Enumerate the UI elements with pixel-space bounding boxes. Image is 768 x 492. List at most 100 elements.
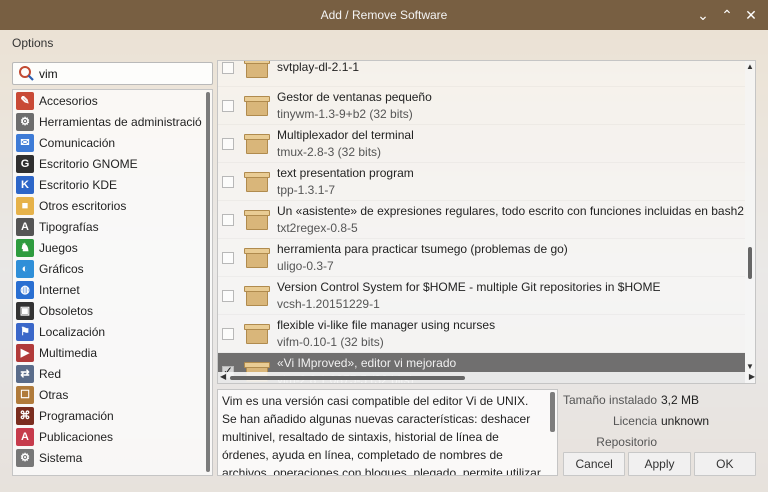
package-text: Un «asistente» de expresiones regulares,…: [277, 203, 744, 237]
sidebar-item-label: Tipografías: [39, 219, 99, 234]
package-title: flexible vi-like file manager using ncur…: [277, 317, 496, 332]
package-text: flexible vi-like file manager using ncur…: [277, 317, 495, 351]
package-title: Multiplexador del terminal: [277, 127, 414, 142]
package-text: svtplay-dl-2.1-1: [277, 60, 360, 76]
package-row[interactable]: flexible vi-like file manager using ncur…: [218, 315, 745, 353]
package-row[interactable]: svtplay-dl-2.1-1: [218, 60, 745, 87]
sidebar-item[interactable]: ☐ Otras: [13, 384, 203, 405]
package-version: txt2regex-0.8-5: [277, 220, 358, 235]
package-checkbox[interactable]: [222, 137, 234, 150]
sidebar-item[interactable]: ▶ Multimedia: [13, 342, 203, 363]
sidebar-item-label: Herramientas de administració: [39, 114, 202, 129]
package-checkbox[interactable]: [222, 61, 234, 74]
search-box[interactable]: [12, 62, 213, 85]
license-value: unknown: [661, 413, 710, 428]
package-title: Gestor de ventanas pequeño: [277, 89, 432, 104]
title-bar: Add / Remove Software ⌄ ⌃ ✕: [0, 0, 768, 30]
close-icon[interactable]: ✕: [744, 6, 758, 24]
package-list-pane: svtplay-dl-2.1-1 Gestor de ventanas peque…: [217, 60, 756, 384]
package-title: «Vi IMproved», editor vi mejorado: [277, 355, 457, 370]
sidebar-item[interactable]: ♞ Juegos: [13, 237, 203, 258]
sidebar-item[interactable]: K Escritorio KDE: [13, 174, 203, 195]
package-box-icon: [243, 208, 271, 232]
ok-button[interactable]: OK: [693, 452, 756, 476]
package-row[interactable]: Un «asistente» de expresiones regulares,…: [218, 201, 745, 239]
programming-icon: ⌘: [16, 406, 34, 425]
sidebar-item[interactable]: ⇄ Red: [13, 363, 203, 384]
package-checkbox[interactable]: [222, 327, 234, 340]
package-scroll-thumb[interactable]: [748, 247, 752, 279]
installed-size-value: 3,2 MB: [661, 392, 700, 407]
package-checkbox[interactable]: [222, 175, 234, 188]
sidebar-item[interactable]: ■ Otros escritorios: [13, 195, 203, 216]
package-version: vcsh-1.20151229-1: [277, 296, 380, 311]
sidebar-item[interactable]: A Tipografías: [13, 216, 203, 237]
minimize-icon[interactable]: ⌄: [696, 6, 710, 24]
sidebar-item[interactable]: ⚙ Sistema: [13, 447, 203, 468]
cancel-button[interactable]: Cancel: [563, 452, 626, 476]
package-info-panel: Tamaño instalado 3,2 MB Licencia unknown…: [563, 389, 756, 449]
package-box-icon: [243, 132, 271, 156]
search-input[interactable]: [37, 66, 212, 81]
sidebar-item[interactable]: ⚑ Localización: [13, 321, 203, 342]
package-checkbox[interactable]: [222, 289, 234, 302]
sidebar-item[interactable]: G Escritorio GNOME: [13, 153, 203, 174]
network-icon: ⇄: [16, 364, 34, 383]
other-icon: ☐: [16, 385, 34, 404]
package-vertical-scrollbar[interactable]: ▲ ▼: [745, 61, 755, 371]
scroll-down-icon[interactable]: ▼: [746, 362, 754, 371]
scroll-left-icon[interactable]: ◀: [220, 372, 226, 381]
package-title: Un «asistente» de expresiones regulares,…: [277, 203, 744, 218]
sidebar-item[interactable]: ◐ Gráficos: [13, 258, 203, 279]
sidebar-item[interactable]: ✉ Comunicación: [13, 132, 203, 153]
sidebar-item-label: Localización: [39, 324, 106, 339]
package-checkbox[interactable]: [222, 213, 234, 226]
search-icon: [17, 64, 37, 84]
apply-button[interactable]: Apply: [628, 452, 691, 476]
package-version: vifm-0.10-1 (32 bits): [277, 334, 384, 349]
sidebar-item[interactable]: ✎ Accesorios: [13, 90, 203, 111]
accessories-icon: ✎: [16, 91, 34, 110]
package-version: uligo-0.3-7: [277, 258, 334, 273]
package-text: Gestor de ventanas pequeño tinywm-1.3-9+b…: [277, 89, 432, 123]
package-version: tmux-2.8-3 (32 bits): [277, 144, 382, 159]
package-row[interactable]: Multiplexador del terminal tmux-2.8-3 (32…: [218, 125, 745, 163]
package-row[interactable]: text presentation program tpp-1.3.1-7: [218, 163, 745, 201]
system-icon: ⚙: [16, 448, 34, 467]
category-sidebar: ✎ Accesorios ⚙ Herramientas de administraci…: [12, 89, 213, 476]
sidebar-item-label: Juegos: [39, 240, 78, 255]
scroll-up-icon[interactable]: ▲: [746, 62, 754, 71]
package-checkbox[interactable]: [222, 251, 234, 264]
sidebar-item[interactable]: ▣ Obsoletos: [13, 300, 203, 321]
package-row[interactable]: herramienta para practicar tsumego (prob…: [218, 239, 745, 277]
sidebar-item-label: Comunicación: [39, 135, 116, 150]
sidebar-item[interactable]: A Publicaciones: [13, 426, 203, 447]
sidebar-scrollbar[interactable]: [206, 92, 210, 472]
package-title: svtplay-dl-2.1-1: [277, 60, 360, 74]
maximize-icon[interactable]: ⌃: [720, 6, 734, 24]
package-horizontal-scrollbar[interactable]: ◀ ▶: [218, 372, 755, 383]
sidebar-item[interactable]: ◍ Internet: [13, 279, 203, 300]
sidebar-item-label: Red: [39, 366, 62, 381]
repository-label: Repositorio: [596, 434, 657, 449]
package-checkbox[interactable]: [222, 99, 234, 112]
package-row[interactable]: Version Control System for $HOME - multi…: [218, 277, 745, 315]
internet-icon: ◍: [16, 280, 34, 299]
sidebar-item-label: Accesorios: [39, 93, 98, 108]
horizontal-scroll-thumb[interactable]: [230, 376, 465, 380]
add-remove-software-window: Add / Remove Software ⌄ ⌃ ✕ Options ✎ Acc…: [0, 0, 768, 492]
package-text: herramienta para practicar tsumego (prob…: [277, 241, 568, 275]
options-menu[interactable]: Options: [12, 36, 53, 50]
category-list: ✎ Accesorios ⚙ Herramientas de administraci…: [13, 90, 203, 468]
sidebar-item[interactable]: ⌘ Programación: [13, 405, 203, 426]
description-scrollbar[interactable]: [550, 392, 555, 432]
sidebar-item-label: Otras: [39, 387, 69, 402]
package-list: svtplay-dl-2.1-1 Gestor de ventanas peque…: [218, 60, 745, 383]
sidebar-item[interactable]: ⚙ Herramientas de administració: [13, 111, 203, 132]
scroll-right-icon[interactable]: ▶: [749, 372, 755, 381]
package-box-icon: [243, 61, 271, 80]
package-row[interactable]: Gestor de ventanas pequeño tinywm-1.3-9+b…: [218, 87, 745, 125]
sidebar-item-label: Escritorio KDE: [39, 177, 118, 192]
installed-size-row: Tamaño instalado 3,2 MB: [563, 389, 756, 410]
multimedia-icon: ▶: [16, 343, 34, 362]
